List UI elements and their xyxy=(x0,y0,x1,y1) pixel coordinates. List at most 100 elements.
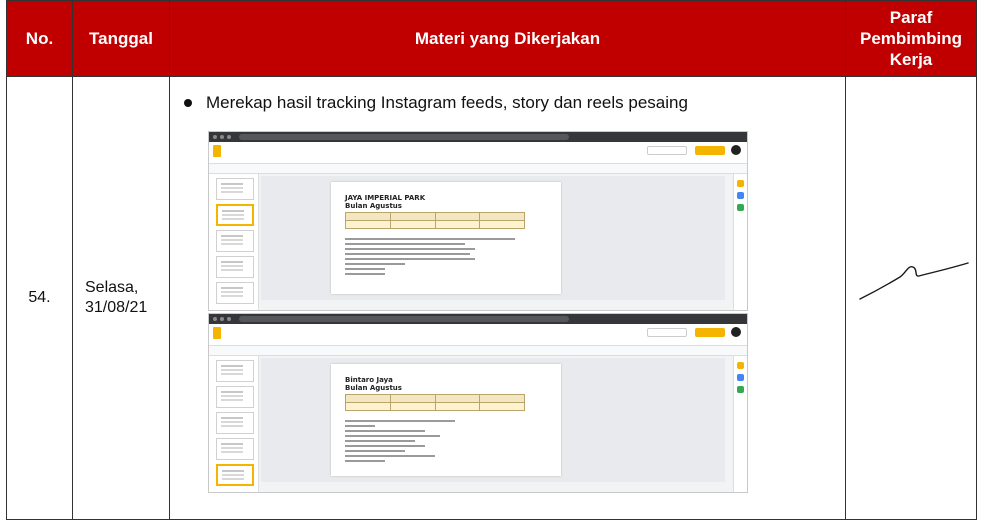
slide-title: Bintaro Jaya Bulan Agustus xyxy=(345,376,402,392)
slide-thumbnail xyxy=(216,230,254,252)
slide-subtitle-line: Bulan Agustus xyxy=(345,384,402,392)
slide-text-line xyxy=(345,445,425,447)
slide-text-line xyxy=(345,440,415,442)
avatar xyxy=(731,145,741,155)
slides-toolbar xyxy=(209,346,747,356)
slide-text-line xyxy=(345,253,470,255)
browser-dot-icon xyxy=(227,135,231,139)
slide-text-line xyxy=(345,238,515,240)
browser-bar xyxy=(209,314,747,324)
slide-table-cell xyxy=(434,212,481,221)
entry-date: 31/08/21 xyxy=(85,299,148,316)
slide-table-cell xyxy=(389,212,436,221)
browser-bar xyxy=(209,132,747,142)
address-bar xyxy=(239,316,569,322)
entry-materi-cell: Merekap hasil tracking Instagram feeds, … xyxy=(169,76,846,520)
calendar-icon xyxy=(737,386,744,393)
slide-subtitle-line: Bulan Agustus xyxy=(345,202,402,210)
slide-thumbnail xyxy=(216,178,254,200)
header-tanggal: Tanggal xyxy=(72,0,170,77)
slides-logo-icon xyxy=(213,327,221,339)
slide-thumbnail xyxy=(216,412,254,434)
slide-table-cell xyxy=(345,402,391,411)
slide-text-line xyxy=(345,273,385,275)
slide-text-line xyxy=(345,425,375,427)
table-row: 54. Selasa, 31/08/21 Merekap hasil track… xyxy=(6,76,977,520)
browser-dot-icon xyxy=(220,135,224,139)
slide-title-line: JAYA IMPERIAL PARK xyxy=(345,194,426,202)
slides-toolbar xyxy=(209,164,747,174)
paraf-cell xyxy=(845,76,977,520)
slide-table-cell xyxy=(389,402,436,411)
slide-table xyxy=(345,212,525,229)
supervisor-signature xyxy=(859,262,969,300)
header-no: No. xyxy=(6,0,73,77)
embedded-screenshot-1: JAYA IMPERIAL PARK Bulan Agustus xyxy=(208,131,748,311)
slide-thumbnail xyxy=(216,464,254,486)
slide-thumbnail xyxy=(216,282,254,304)
task-text: Merekap hasil tracking Instagram feeds, … xyxy=(206,93,688,112)
avatar xyxy=(731,327,741,337)
slide-text-line xyxy=(345,248,475,250)
entry-number: 54. xyxy=(6,76,73,520)
slide: JAYA IMPERIAL PARK Bulan Agustus xyxy=(331,182,561,294)
slide-thumbnail xyxy=(216,438,254,460)
slide: Bintaro Jaya Bulan Agustus xyxy=(331,364,561,476)
slide-text-line xyxy=(345,430,425,432)
slide-table-cell xyxy=(434,394,481,403)
side-panel xyxy=(733,356,747,492)
table-header-row: No. Tanggal Materi yang Dikerjakan Paraf… xyxy=(6,0,977,77)
entry-day: Selasa, xyxy=(85,279,139,296)
embedded-screenshot-2: Bintaro Jaya Bulan Agustus xyxy=(208,313,748,493)
header-paraf-line2: Pembimbing xyxy=(859,29,962,48)
present-button xyxy=(647,146,687,155)
activity-log-table: No. Tanggal Materi yang Dikerjakan Paraf… xyxy=(6,0,977,520)
slides-thumbnail-panel xyxy=(209,174,259,310)
header-paraf: Paraf Pembimbing Kerja xyxy=(845,0,977,77)
slide-table-cell xyxy=(389,394,436,403)
calendar-icon xyxy=(737,204,744,211)
share-button xyxy=(695,328,725,337)
slide-table-cell xyxy=(479,394,525,403)
slide-table-cell xyxy=(479,212,525,221)
slide-table-cell xyxy=(345,394,391,403)
browser-dot-icon xyxy=(213,317,217,321)
slide-title-line: Bintaro Jaya xyxy=(345,376,393,384)
slide-table-cell xyxy=(345,212,391,221)
slide-table-cell xyxy=(479,220,525,229)
slide-text-line xyxy=(345,243,465,245)
slide-table-cell xyxy=(479,402,525,411)
slide-text-line xyxy=(345,263,405,265)
slide-table xyxy=(345,394,525,411)
slides-thumbnail-panel xyxy=(209,356,259,492)
slide-table-cell xyxy=(389,220,436,229)
slide-canvas: Bintaro Jaya Bulan Agustus xyxy=(261,358,725,482)
entry-date-cell: Selasa, 31/08/21 xyxy=(72,76,170,520)
slide-title: JAYA IMPERIAL PARK Bulan Agustus xyxy=(345,194,425,210)
slide-text-line xyxy=(345,420,455,422)
present-button xyxy=(647,328,687,337)
slide-table-cell xyxy=(345,220,391,229)
slide-text-line xyxy=(345,268,385,270)
slide-thumbnail xyxy=(216,256,254,278)
slide-canvas: JAYA IMPERIAL PARK Bulan Agustus xyxy=(261,176,725,300)
browser-dot-icon xyxy=(213,135,217,139)
slide-thumbnail xyxy=(216,386,254,408)
address-bar xyxy=(239,134,569,140)
slide-table-cell xyxy=(434,220,481,229)
slides-logo-icon xyxy=(213,145,221,157)
browser-dot-icon xyxy=(220,317,224,321)
header-paraf-line3: Kerja xyxy=(889,50,933,69)
keep-icon xyxy=(737,180,744,187)
header-paraf-line1: Paraf xyxy=(889,8,933,27)
slide-text-line xyxy=(345,258,475,260)
bullet-dot-icon xyxy=(184,99,192,107)
slide-text-line xyxy=(345,460,385,462)
task-bullet-item: Merekap hasil tracking Instagram feeds, … xyxy=(184,93,688,113)
slide-text-line xyxy=(345,435,440,437)
share-button xyxy=(695,146,725,155)
tasks-icon xyxy=(737,192,744,199)
side-panel xyxy=(733,174,747,310)
slide-thumbnail xyxy=(216,204,254,226)
slide-text-line xyxy=(345,455,435,457)
